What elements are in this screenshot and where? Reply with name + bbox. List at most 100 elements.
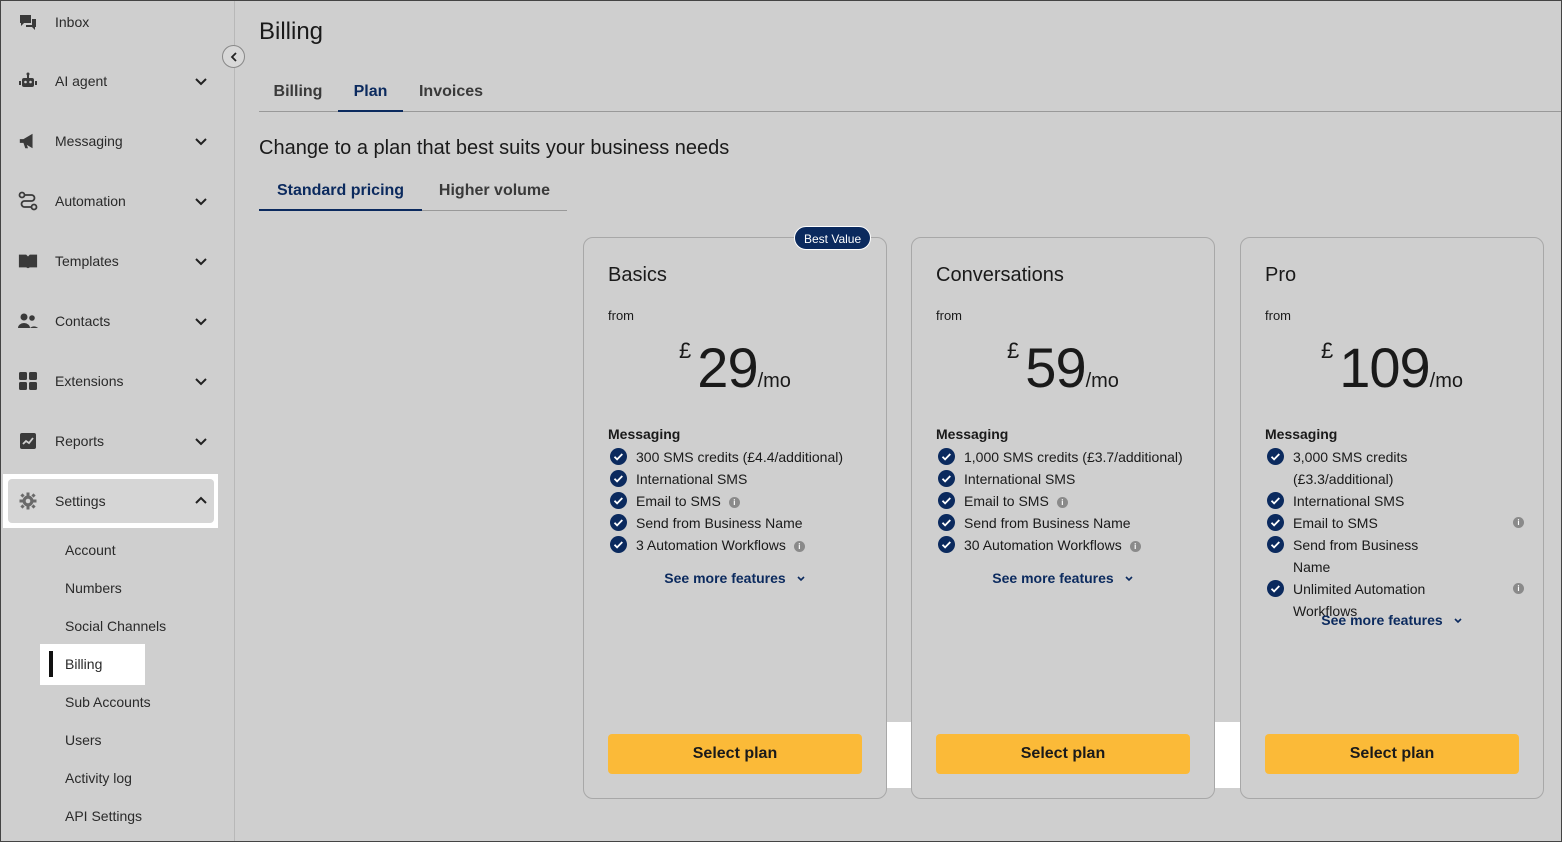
feature-item: 3 Automation Workflows i	[608, 534, 878, 556]
info-icon[interactable]: i	[1513, 517, 1524, 528]
features-heading: Messaging	[608, 426, 681, 442]
sidebar-item-ai-agent[interactable]: AI agent	[8, 59, 216, 103]
feature-item: 30 Automation Workflows i	[936, 534, 1206, 556]
tab-higher-volume[interactable]: Higher volume	[422, 176, 567, 211]
tab-invoices[interactable]: Invoices	[411, 78, 491, 112]
price-period: /mo	[757, 370, 791, 392]
tab-plan[interactable]: Plan	[338, 78, 403, 112]
sidebar-item-label: Automation	[55, 193, 126, 209]
see-more-features-link[interactable]: See more features	[1241, 612, 1543, 628]
sidebar-item-label: Messaging	[55, 133, 123, 149]
sidebar-sub-social-channels[interactable]: Social Channels	[65, 618, 166, 634]
plan-card-pro: Pro from £109/mo Messaging 3,000 SMS cre…	[1240, 237, 1544, 799]
price: £29/mo	[584, 336, 886, 400]
grid-icon	[18, 371, 38, 391]
chevron-down-icon	[194, 254, 208, 268]
feature-item: Send from Business Name	[1265, 534, 1430, 578]
see-more-label: See more features	[992, 570, 1114, 586]
check-circle-icon	[1267, 514, 1284, 531]
chart-icon	[18, 431, 38, 451]
chevron-down-icon	[1125, 576, 1133, 582]
sidebar-item-label: Inbox	[55, 14, 90, 30]
check-circle-icon	[938, 514, 955, 531]
sidebar-sub-api-settings[interactable]: API Settings	[65, 808, 142, 824]
sidebar-sub-sub-accounts[interactable]: Sub Accounts	[65, 694, 151, 710]
sidebar-item-settings[interactable]: Settings	[8, 479, 216, 523]
sidebar-sub-billing[interactable]: Billing	[65, 656, 102, 672]
sidebar-item-automation[interactable]: Automation	[8, 179, 216, 223]
see-more-features-link[interactable]: See more features	[912, 570, 1214, 586]
price-from-label: from	[1265, 308, 1291, 323]
info-icon[interactable]: i	[728, 496, 740, 508]
price-period: /mo	[1085, 370, 1119, 392]
currency-symbol: £	[1007, 338, 1020, 363]
see-more-label: See more features	[1321, 612, 1443, 628]
sidebar-item-inbox[interactable]: Inbox	[8, 0, 216, 44]
check-circle-icon	[610, 536, 627, 553]
plan-name: Pro	[1265, 264, 1297, 286]
info-icon[interactable]: i	[1056, 496, 1068, 508]
feature-text: International SMS	[636, 471, 748, 487]
people-icon	[18, 311, 38, 331]
sidebar-item-templates[interactable]: Templates	[8, 239, 216, 283]
info-icon[interactable]: i	[1129, 540, 1141, 552]
sidebar-item-label: AI agent	[55, 73, 108, 89]
check-circle-icon	[610, 448, 627, 465]
feature-text: 3,000 SMS credits (£3.3/additional)	[1293, 449, 1408, 487]
price: £59/mo	[912, 336, 1214, 400]
check-circle-icon	[938, 536, 955, 553]
feature-item: Email to SMS i	[936, 490, 1206, 512]
price: £109/mo	[1241, 336, 1543, 400]
check-circle-icon	[938, 470, 955, 487]
sidebar-sub-account[interactable]: Account	[65, 542, 116, 558]
pricing-tabs: Standard pricing Higher volume	[259, 176, 567, 211]
feature-list: 3,000 SMS credits (£3.3/additional) Inter…	[1265, 446, 1524, 622]
feature-text: Email to SMS	[1293, 515, 1378, 531]
feature-text: 30 Automation Workflows	[964, 537, 1122, 553]
chevron-down-icon	[194, 314, 208, 328]
select-plan-button-pro[interactable]: Select plan	[1265, 734, 1519, 774]
sidebar: Inbox AI agent Messaging Automation Temp…	[0, 0, 235, 842]
currency-symbol: £	[1320, 338, 1334, 363]
sidebar-item-extensions[interactable]: Extensions	[8, 359, 216, 403]
feature-list: 1,000 SMS credits (£3.7/additional) Inter…	[936, 446, 1206, 556]
megaphone-icon	[18, 131, 38, 151]
sidebar-sub-numbers[interactable]: Numbers	[65, 580, 122, 596]
sidebar-item-label: Settings	[55, 493, 106, 509]
check-circle-icon	[610, 514, 627, 531]
sidebar-item-label: Templates	[55, 253, 119, 269]
select-plan-button-conversations[interactable]: Select plan	[936, 734, 1190, 774]
info-icon[interactable]: i	[793, 540, 805, 552]
active-indicator	[49, 651, 53, 677]
info-icon[interactable]: i	[1513, 583, 1524, 594]
chevron-down-icon	[194, 374, 208, 388]
feature-text: International SMS	[1293, 493, 1405, 509]
flow-icon	[18, 191, 38, 211]
sidebar-item-contacts[interactable]: Contacts	[8, 299, 216, 343]
sidebar-sub-users[interactable]: Users	[65, 732, 102, 748]
check-circle-icon	[1267, 448, 1284, 465]
plan-card-conversations: Conversations from £59/mo Messaging 1,00…	[911, 237, 1215, 799]
see-more-features-link[interactable]: See more features	[584, 570, 886, 586]
price-amount: 109	[1339, 336, 1430, 399]
sidebar-item-reports[interactable]: Reports	[8, 419, 216, 463]
sidebar-item-label: Contacts	[55, 313, 111, 329]
check-circle-icon	[938, 492, 955, 509]
feature-list: 300 SMS credits (£4.4/additional) Interna…	[608, 446, 878, 556]
features-heading: Messaging	[936, 426, 1009, 442]
sidebar-item-messaging[interactable]: Messaging	[8, 119, 216, 163]
robot-icon	[18, 71, 38, 91]
select-plan-button-basics[interactable]: Select plan	[608, 734, 862, 774]
feature-text: 3 Automation Workflows	[636, 537, 786, 553]
price-amount: 59	[1025, 336, 1086, 399]
chevron-down-icon	[194, 434, 208, 448]
see-more-label: See more features	[664, 570, 786, 586]
tab-billing[interactable]: Billing	[259, 78, 337, 112]
book-icon	[18, 251, 38, 271]
plan-card-basics: Best Value Basics from £29/mo Messaging …	[583, 226, 887, 799]
collapse-sidebar-button[interactable]	[222, 45, 245, 68]
check-circle-icon	[1267, 536, 1284, 553]
sidebar-sub-activity-log[interactable]: Activity log	[65, 770, 132, 786]
tab-standard-pricing[interactable]: Standard pricing	[259, 176, 422, 211]
plan-name: Conversations	[936, 264, 1064, 286]
